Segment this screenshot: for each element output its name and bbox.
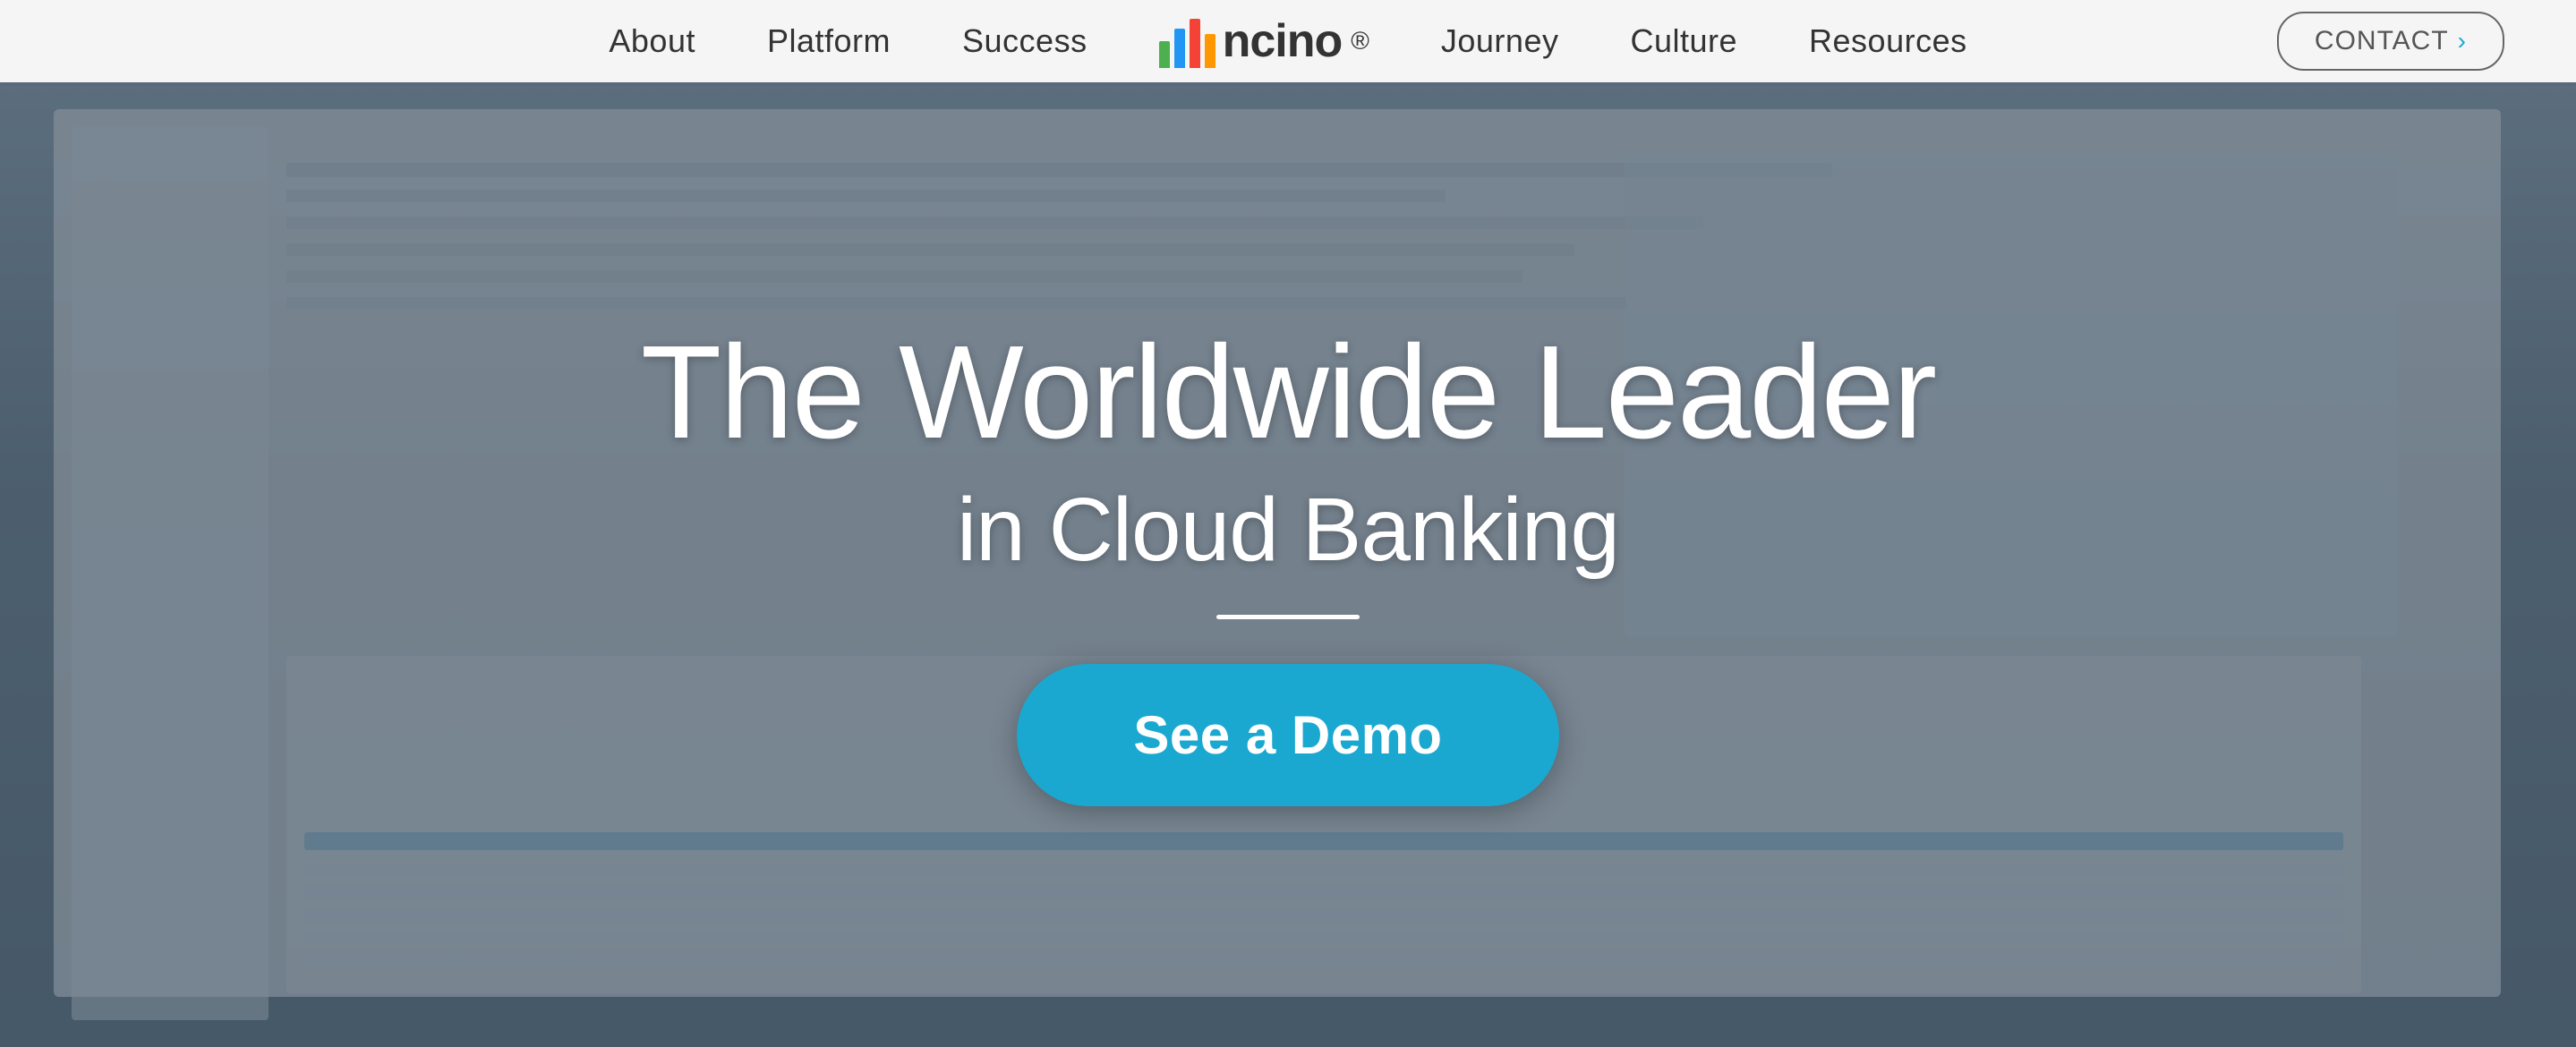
logo-bar-2 xyxy=(1174,29,1185,68)
nav-item-success[interactable]: Success xyxy=(962,22,1088,60)
logo-bar-4 xyxy=(1205,34,1215,68)
nav-item-culture[interactable]: Culture xyxy=(1630,22,1737,60)
contact-button[interactable]: CONTACT › xyxy=(2277,12,2504,71)
navbar-inner: About Platform Success ncino ® Journey Cu… xyxy=(0,14,2576,68)
hero-content: The Worldwide Leader in Cloud Banking Se… xyxy=(641,323,1935,805)
nav-item-platform[interactable]: Platform xyxy=(767,22,891,60)
nav-links-right: Journey Culture Resources xyxy=(1441,22,1967,60)
nav-item-resources[interactable]: Resources xyxy=(1809,22,1967,60)
logo-registered: ® xyxy=(1351,27,1369,55)
logo[interactable]: ncino ® xyxy=(1159,14,1369,68)
hero-title-line2: in Cloud Banking xyxy=(957,481,1619,579)
logo-bar-3 xyxy=(1190,19,1200,68)
nav-item-about[interactable]: About xyxy=(609,22,695,60)
contact-arrow-icon: › xyxy=(2458,27,2467,55)
logo-bar-1 xyxy=(1159,41,1170,68)
nav-links-left: About Platform Success xyxy=(609,22,1087,60)
contact-label: CONTACT xyxy=(2315,26,2449,56)
logo-text: ncino xyxy=(1223,14,1343,68)
logo-bars xyxy=(1159,14,1215,68)
hero-section: The Worldwide Leader in Cloud Banking Se… xyxy=(0,82,2576,1047)
demo-button[interactable]: See a Demo xyxy=(1017,664,1558,806)
nav-item-journey[interactable]: Journey xyxy=(1441,22,1559,60)
navbar: About Platform Success ncino ® Journey Cu… xyxy=(0,0,2576,82)
hero-divider xyxy=(1216,615,1360,619)
hero-title-line1: The Worldwide Leader xyxy=(641,323,1935,462)
